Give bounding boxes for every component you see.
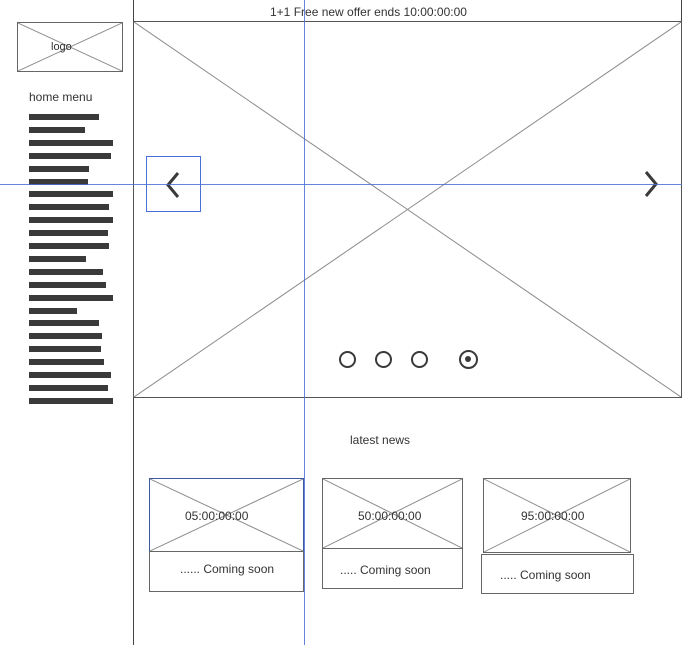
sidebar-menu-item[interactable]	[29, 346, 101, 353]
sidebar-menu-item[interactable]	[29, 139, 113, 146]
sidebar-menu-item[interactable]	[29, 384, 108, 391]
sidebar-menu-item[interactable]	[29, 243, 109, 249]
carousel-dot[interactable]	[339, 351, 356, 368]
news-card-image[interactable]: 05:00:00:00	[149, 478, 304, 552]
promo-banner: 1+1 Free new offer ends 10:00:00:00	[133, 0, 682, 22]
news-card-timer: 05:00:00:00	[185, 509, 249, 523]
news-card-image[interactable]: 95:00:00:00	[483, 478, 631, 553]
sidebar-menu-item[interactable]	[29, 359, 104, 366]
news-card-timer: 50:00:00:00	[358, 509, 422, 523]
news-card-caption-box[interactable]: ..... Coming soon	[481, 554, 634, 594]
sidebar-menu-item[interactable]	[29, 255, 86, 262]
promo-banner-text: 1+1 Free new offer ends 10:00:00:00	[270, 5, 467, 19]
news-title: latest news	[350, 433, 411, 447]
carousel-dot-active[interactable]	[459, 350, 478, 369]
sidebar-menu-item[interactable]	[29, 217, 113, 224]
logo[interactable]: logo	[17, 22, 123, 72]
sidebar-menu-item[interactable]	[29, 397, 113, 404]
sidebar-menu-item[interactable]	[29, 126, 85, 133]
sidebar-menu-item[interactable]	[29, 165, 89, 172]
carousel	[133, 21, 682, 398]
news-card-caption: ...... Coming soon	[180, 562, 275, 576]
sidebar-menu-item[interactable]	[29, 372, 111, 378]
sidebar-title: home menu	[29, 90, 93, 104]
news-card-timer: 95:00:00:00	[521, 509, 585, 523]
sidebar-menu-item[interactable]	[29, 281, 106, 288]
logo-label: logo	[51, 41, 72, 53]
sidebar-menu-item[interactable]	[29, 294, 113, 301]
horizontal-guide-line[interactable]	[0, 184, 682, 185]
sidebar-menu-item[interactable]	[29, 333, 102, 340]
sidebar-menu-item[interactable]	[29, 191, 113, 198]
chevron-right-icon	[643, 170, 659, 203]
carousel-dot[interactable]	[375, 351, 392, 368]
vertical-guide-line[interactable]	[304, 0, 305, 645]
sidebar-menu-item[interactable]	[29, 268, 103, 275]
news-card-caption: ..... Coming soon	[340, 563, 431, 577]
sidebar-menu-item[interactable]	[29, 230, 108, 237]
carousel-dot[interactable]	[411, 351, 428, 368]
carousel-placeholder-image	[134, 22, 681, 397]
chevron-left-icon	[165, 171, 181, 204]
sidebar-menu-item[interactable]	[29, 152, 111, 159]
sidebar-menu-item[interactable]	[29, 204, 109, 211]
news-card-caption: ..... Coming soon	[500, 568, 591, 582]
sidebar-menu-item[interactable]	[29, 114, 99, 120]
news-card-caption-box[interactable]: ..... Coming soon	[322, 548, 463, 589]
news-card-image[interactable]: 50:00:00:00	[322, 478, 463, 549]
sidebar-menu-item[interactable]	[29, 320, 99, 327]
news-card-caption-box[interactable]: ...... Coming soon	[149, 551, 304, 592]
carousel-next-button[interactable]	[640, 170, 664, 200]
sidebar-menu-item[interactable]	[29, 307, 77, 314]
